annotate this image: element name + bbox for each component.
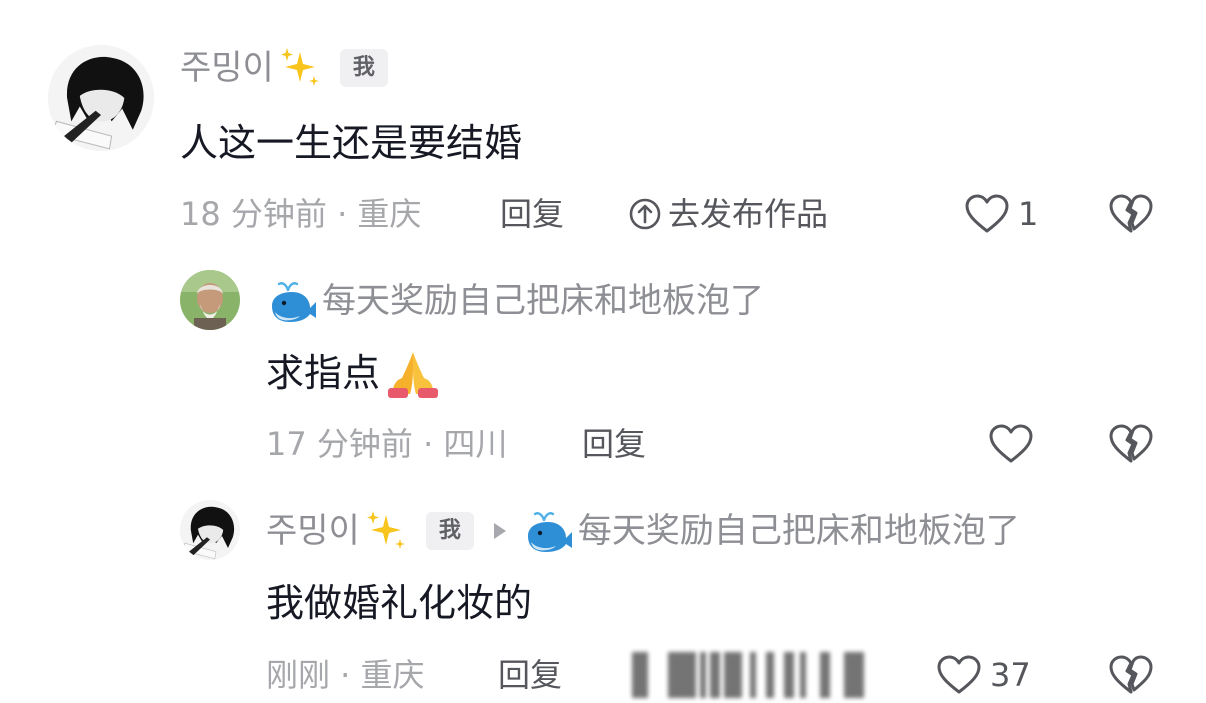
whale-icon bbox=[266, 278, 318, 324]
sparkles-icon bbox=[364, 509, 408, 553]
broken-heart-icon bbox=[1109, 424, 1153, 463]
like-count: 1 bbox=[1018, 195, 1039, 233]
heart-icon bbox=[937, 655, 981, 694]
avatar[interactable] bbox=[180, 270, 240, 330]
reply-arrow-icon bbox=[493, 523, 506, 539]
username[interactable]: 주밍이 bbox=[180, 46, 274, 90]
sparkles-icon bbox=[278, 46, 322, 90]
broken-heart-icon bbox=[1109, 194, 1153, 233]
reply-to-username[interactable]: 每天奖励自己把床和地板泡了 bbox=[578, 509, 1020, 553]
time-location: 刚刚 · 重庆 bbox=[266, 656, 425, 694]
arrow-up-circle-icon bbox=[629, 198, 661, 230]
dislike-button[interactable] bbox=[1108, 423, 1154, 465]
reply-button[interactable]: 回复 bbox=[500, 193, 564, 235]
me-badge: 我 bbox=[425, 512, 474, 550]
heart-icon bbox=[965, 194, 1009, 233]
like-count: 37 bbox=[990, 656, 1031, 694]
time-location: 17 分钟前 · 四川 bbox=[266, 425, 508, 463]
publish-work-label: 去发布作品 bbox=[668, 195, 829, 233]
comment-text-content: 求指点 bbox=[266, 351, 381, 395]
comment-text: 人这一生还是要结婚 bbox=[180, 121, 523, 165]
me-badge: 我 bbox=[339, 49, 388, 87]
comment-text: 求指点 bbox=[266, 348, 442, 398]
dark-hair-avatar bbox=[48, 45, 154, 151]
comment-text: 我做婚礼化妆的 bbox=[266, 581, 533, 625]
broken-heart-icon bbox=[1109, 655, 1153, 694]
heart-icon bbox=[989, 424, 1033, 463]
redacted-area bbox=[632, 652, 864, 698]
time-location: 18 分钟前 · 重庆 bbox=[180, 195, 422, 233]
dark-hair-avatar bbox=[180, 500, 240, 560]
dislike-button[interactable] bbox=[1108, 654, 1154, 696]
like-button[interactable] bbox=[988, 423, 1034, 465]
like-button[interactable]: 37 bbox=[936, 654, 1031, 696]
reply-button[interactable]: 回复 bbox=[582, 423, 646, 465]
publish-work-button[interactable]: 去发布作品 bbox=[628, 193, 828, 235]
whale-icon bbox=[522, 508, 574, 554]
reply-button[interactable]: 回复 bbox=[498, 654, 562, 696]
username[interactable]: 每天奖励自己把床和地板泡了 bbox=[322, 279, 764, 323]
elder-portrait-avatar bbox=[180, 270, 240, 330]
username[interactable]: 주밍이 bbox=[266, 509, 360, 553]
like-button[interactable]: 1 bbox=[964, 193, 1038, 235]
avatar[interactable] bbox=[48, 45, 154, 151]
dislike-button[interactable] bbox=[1108, 193, 1154, 235]
avatar[interactable] bbox=[180, 500, 240, 560]
folded-hands-icon bbox=[384, 348, 442, 398]
